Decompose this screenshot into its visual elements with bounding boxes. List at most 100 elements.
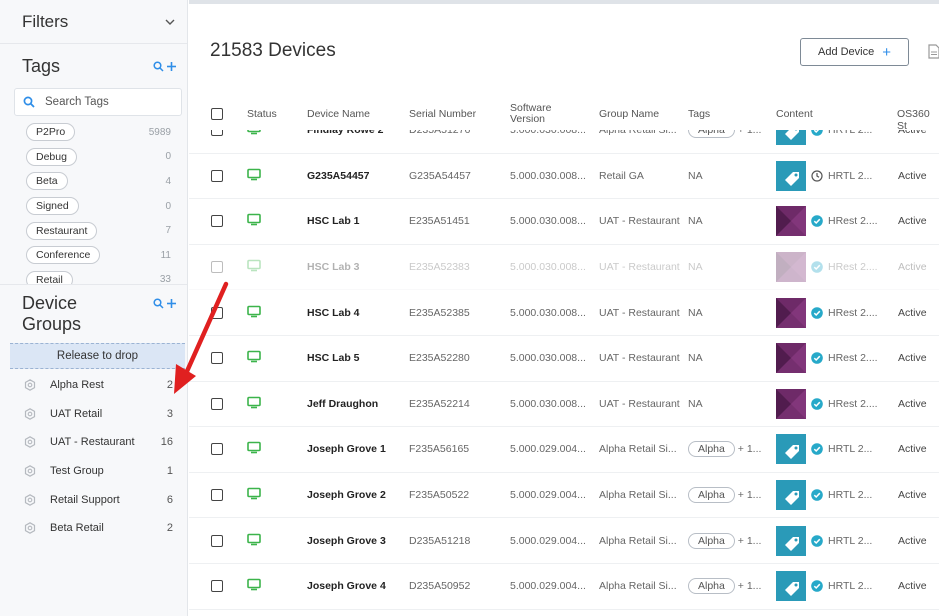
row-checkbox[interactable] bbox=[211, 130, 223, 137]
device-name[interactable]: Joseph Grove 2 bbox=[307, 489, 386, 501]
monitor-status-icon bbox=[247, 396, 261, 409]
row-checkbox[interactable] bbox=[211, 352, 223, 365]
table-row[interactable]: Joseph Grove 1 F235A56165 5.000.029.004...… bbox=[189, 427, 939, 473]
table-row[interactable]: Joseph Grove 3 D235A51218 5.000.029.004...… bbox=[189, 518, 939, 564]
row-checkbox[interactable] bbox=[211, 306, 223, 319]
tag-pill[interactable]: Beta bbox=[26, 172, 68, 191]
tag-item[interactable]: Restaurant 7 bbox=[0, 218, 187, 243]
add-device-button[interactable]: Add Device + bbox=[800, 38, 909, 66]
tag-pill[interactable]: Retail bbox=[26, 270, 73, 284]
tag-more[interactable]: + 1... bbox=[738, 130, 762, 136]
tag-pill[interactable]: Signed bbox=[26, 197, 79, 216]
tag-pill[interactable]: Restaurant bbox=[26, 221, 98, 240]
tag-pill[interactable]: Alpha bbox=[688, 441, 735, 458]
device-group-item[interactable]: Alpha Rest 2 bbox=[0, 371, 187, 400]
col-device-name[interactable]: Device Name bbox=[307, 108, 370, 120]
tag-search-add-icon[interactable] bbox=[153, 60, 177, 72]
gear-icon[interactable] bbox=[24, 407, 36, 420]
col-group-name[interactable]: Group Name bbox=[599, 108, 659, 120]
tag-item[interactable]: Retail 33 bbox=[0, 268, 187, 284]
content-cell[interactable]: HRTL 2... bbox=[776, 525, 872, 556]
gear-icon[interactable] bbox=[24, 493, 36, 506]
row-checkbox[interactable] bbox=[211, 580, 223, 593]
content-cell[interactable]: HRest 2.... bbox=[776, 388, 878, 419]
chevron-down-icon[interactable] bbox=[165, 17, 175, 27]
tag-more[interactable]: + 1... bbox=[738, 489, 762, 501]
device-name[interactable]: HSC Lab 4 bbox=[307, 307, 360, 319]
table-row[interactable]: HSC Lab 4 E235A52385 5.000.030.008... UAT -… bbox=[189, 290, 939, 336]
tag-pill[interactable]: Alpha bbox=[688, 578, 735, 595]
device-name[interactable]: HSC Lab 1 bbox=[307, 215, 360, 227]
gear-icon[interactable] bbox=[24, 465, 36, 477]
col-serial-number[interactable]: Serial Number bbox=[409, 108, 476, 120]
col-tags[interactable]: Tags bbox=[688, 108, 710, 120]
row-checkbox[interactable] bbox=[211, 489, 223, 502]
device-group-item[interactable]: UAT - Restaurant 16 bbox=[0, 428, 187, 457]
row-checkbox[interactable] bbox=[211, 534, 223, 547]
device-name[interactable]: Joseph Grove 4 bbox=[307, 580, 386, 592]
group-search-add-icon[interactable] bbox=[153, 298, 177, 309]
select-all-checkbox[interactable] bbox=[211, 108, 223, 120]
device-group-item[interactable]: Retail Support 6 bbox=[0, 485, 187, 514]
tag-pill[interactable]: Alpha bbox=[688, 130, 735, 139]
tag-pill[interactable]: Alpha bbox=[688, 532, 735, 549]
device-name[interactable]: Joseph Grove 1 bbox=[307, 443, 386, 455]
tag-item[interactable]: Beta 4 bbox=[0, 169, 187, 194]
tag-list[interactable]: P2Pro 5989 Debug 0 Beta 4 Signed 0 Restaurant 7 Co… bbox=[0, 116, 187, 284]
tag-more[interactable]: + 1... bbox=[738, 443, 762, 455]
table-row[interactable]: HSC Lab 5 E235A52280 5.000.030.008... UAT -… bbox=[189, 336, 939, 382]
tag-item[interactable]: Conference 11 bbox=[0, 243, 187, 268]
content-cell[interactable]: HRest 2.... bbox=[776, 297, 878, 328]
table-row[interactable]: Joseph Grove 4 D235A50952 5.000.029.004...… bbox=[189, 564, 939, 610]
row-checkbox[interactable] bbox=[211, 397, 223, 410]
device-name[interactable]: HSC Lab 5 bbox=[307, 352, 360, 364]
tag-search-box[interactable] bbox=[14, 88, 182, 116]
device-name[interactable]: G235A54457 bbox=[307, 170, 369, 182]
gear-icon[interactable] bbox=[24, 379, 36, 392]
tag-pill[interactable]: P2Pro bbox=[26, 123, 76, 142]
device-name[interactable]: Jeff Draughon bbox=[307, 398, 378, 410]
gear-icon[interactable] bbox=[24, 522, 36, 535]
device-name[interactable]: Findlay Rowe 2 bbox=[307, 130, 383, 136]
row-checkbox[interactable] bbox=[211, 443, 223, 456]
content-cell[interactable]: HRTL 2... bbox=[776, 130, 872, 146]
device-group-item[interactable]: Test Group 1 bbox=[0, 457, 187, 486]
table-row[interactable]: Jeff Draughon E235A52214 5.000.030.008... U… bbox=[189, 382, 939, 428]
table-row[interactable]: Joseph Grove 2 F235A50522 5.000.029.004...… bbox=[189, 473, 939, 519]
col-software-version[interactable]: Software Version bbox=[510, 103, 551, 125]
table-row[interactable]: HSC Lab 1 E235A51451 5.000.030.008... UAT -… bbox=[189, 199, 939, 245]
content-cell[interactable]: HRest 2.... bbox=[776, 343, 878, 374]
tag-more[interactable]: + 1... bbox=[738, 535, 762, 547]
search-tags-input[interactable] bbox=[45, 96, 165, 108]
content-cell[interactable]: HRest 2.... bbox=[776, 206, 878, 237]
content-cell[interactable]: HRest 2.... bbox=[776, 252, 878, 283]
gear-icon[interactable] bbox=[24, 436, 36, 449]
row-checkbox[interactable] bbox=[211, 261, 223, 274]
table-row[interactable]: HSC Lab 3 E235A52383 5.000.030.008... UAT -… bbox=[189, 245, 939, 291]
tag-more[interactable]: + 1... bbox=[738, 580, 762, 592]
row-checkbox[interactable] bbox=[211, 169, 223, 182]
device-name[interactable]: Joseph Grove 3 bbox=[307, 535, 386, 547]
device-group-item[interactable]: Beta Retail 2 bbox=[0, 514, 187, 543]
content-cell[interactable]: HRTL 2... bbox=[776, 160, 872, 191]
content-cell[interactable]: HRTL 2... bbox=[776, 434, 872, 465]
col-os360-status[interactable]: OS360 St bbox=[897, 108, 939, 132]
table-row[interactable]: Findlay Rowe 2 D235A51276 5.000.030.008...… bbox=[189, 130, 939, 154]
device-name[interactable]: HSC Lab 3 bbox=[307, 261, 360, 273]
device-group-item[interactable]: UAT Retail 3 bbox=[0, 400, 187, 429]
tag-pill[interactable]: Conference bbox=[26, 246, 101, 265]
tag-item[interactable]: Debug 0 bbox=[0, 145, 187, 170]
row-checkbox[interactable] bbox=[211, 215, 223, 228]
tag-pill[interactable]: Alpha bbox=[688, 487, 735, 504]
tag-item[interactable]: P2Pro 5989 bbox=[0, 120, 187, 145]
tag-item[interactable]: Signed 0 bbox=[0, 194, 187, 219]
tag-pill[interactable]: Debug bbox=[26, 147, 77, 166]
release-to-drop-zone[interactable]: Release to drop bbox=[10, 343, 185, 369]
content-cell[interactable]: HRTL 2... bbox=[776, 480, 872, 511]
table-row[interactable]: G235A54457 G235A54457 5.000.030.008... Reta… bbox=[189, 154, 939, 200]
col-content[interactable]: Content bbox=[776, 108, 813, 120]
filters-header[interactable]: Filters bbox=[0, 0, 187, 44]
content-cell[interactable]: HRTL 2... bbox=[776, 571, 872, 602]
document-icon[interactable] bbox=[928, 44, 939, 59]
col-status[interactable]: Status bbox=[247, 108, 277, 120]
